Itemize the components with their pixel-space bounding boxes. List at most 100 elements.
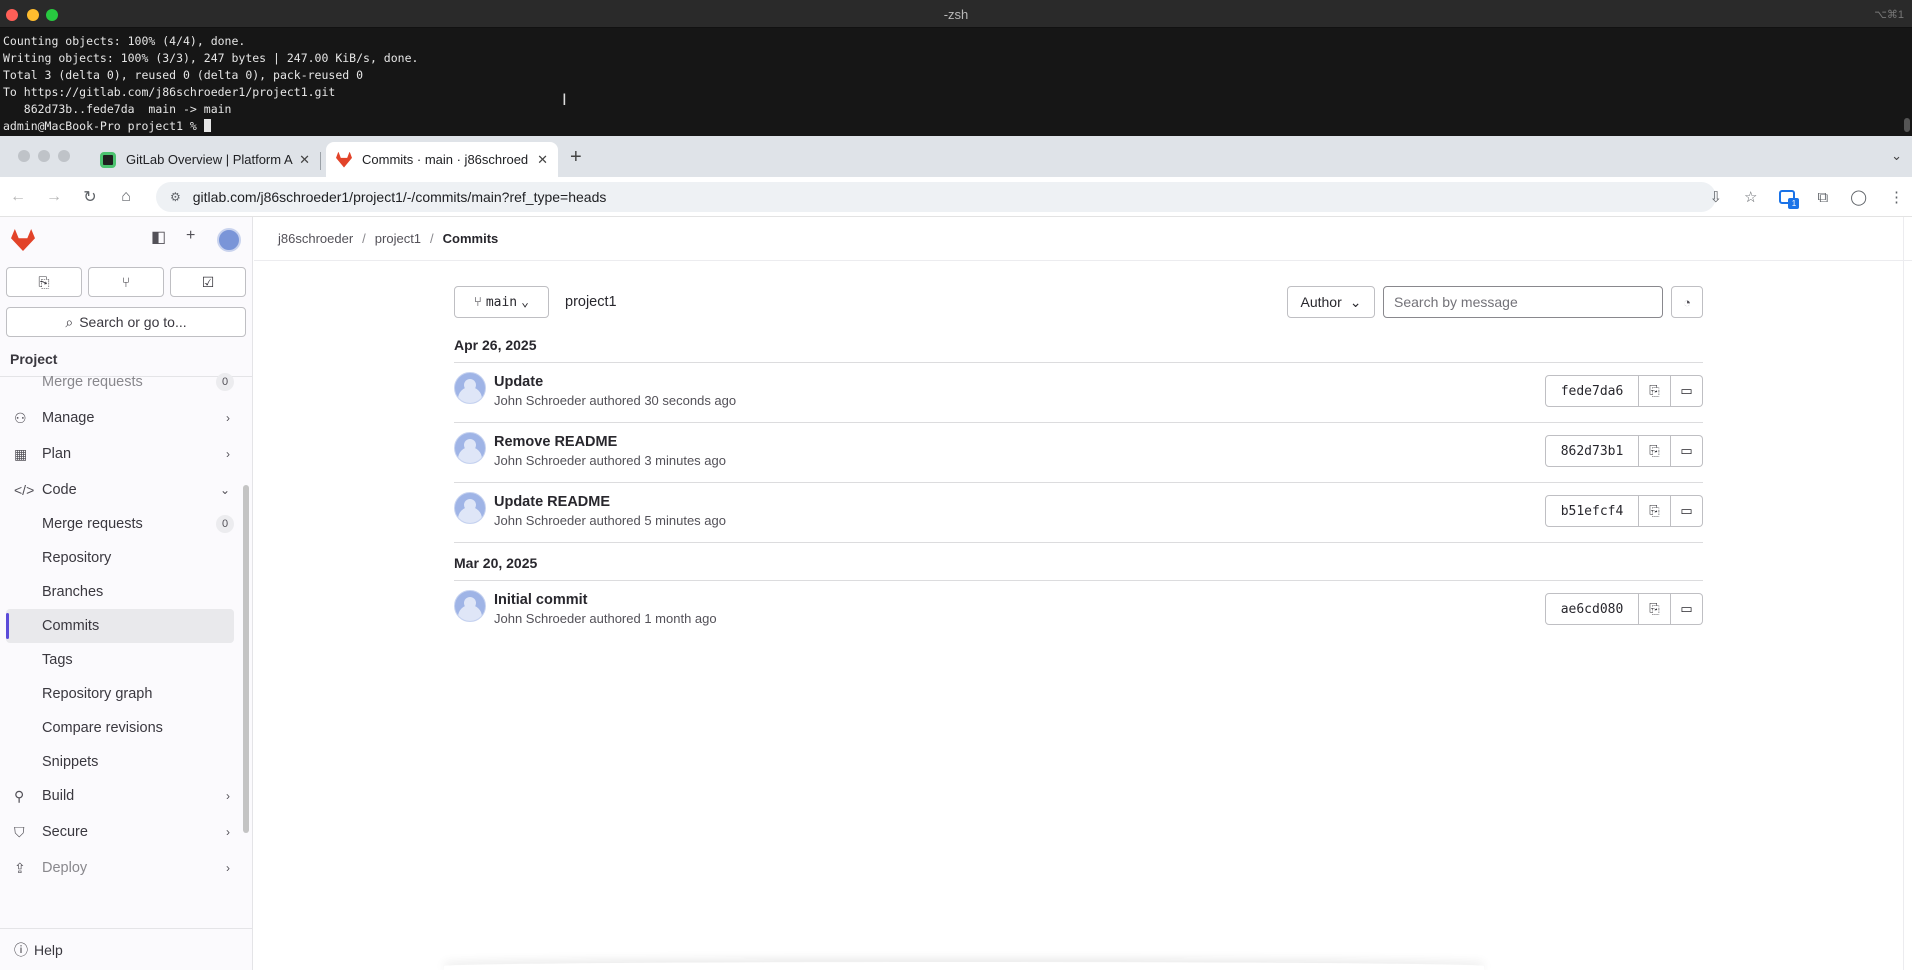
text-cursor-icon: I <box>562 90 567 109</box>
browse-files-button[interactable]: ▭ <box>1671 375 1703 407</box>
breadcrumb-current[interactable]: Commits <box>443 231 499 246</box>
author-dropdown[interactable]: Author ⌄ <box>1287 286 1375 318</box>
rss-feed-button[interactable]: ◔ <box>1671 286 1703 318</box>
browse-files-button[interactable]: ▭ <box>1671 495 1703 527</box>
breadcrumb-user[interactable]: j86schroeder <box>278 231 353 246</box>
toggle-sidebar-icon[interactable]: ◧ <box>151 227 166 247</box>
project-name[interactable]: project1 <box>565 294 617 310</box>
browse-files-button[interactable]: ▭ <box>1671 435 1703 467</box>
address-bar[interactable]: ⚙ gitlab.com/j86schroeder1/project1/-/co… <box>156 182 1716 212</box>
commit-sha[interactable]: ae6cd080 <box>1545 593 1639 625</box>
terminal-line: Writing objects: 100% (3/3), 247 bytes |… <box>3 51 419 65</box>
minimize-window-button[interactable] <box>38 150 50 162</box>
commit-sha[interactable]: 862d73b1 <box>1545 435 1639 467</box>
sidebar-item-commits[interactable]: Commits <box>6 609 234 643</box>
todo-button[interactable]: ☑ <box>170 267 246 297</box>
browse-files-button[interactable]: ▭ <box>1671 593 1703 625</box>
install-app-icon[interactable]: ⇩ <box>1709 188 1722 206</box>
forward-arrow-icon[interactable]: → <box>36 188 72 206</box>
avatar[interactable] <box>454 432 486 464</box>
sidebar-item-label: Compare revisions <box>42 720 163 736</box>
copy-sha-button[interactable]: ⎘ <box>1639 495 1671 527</box>
close-icon[interactable]: ✕ <box>537 152 548 168</box>
copy-sha-button[interactable]: ⎘ <box>1639 375 1671 407</box>
copy-sha-button[interactable]: ⎘ <box>1639 435 1671 467</box>
search-label: Search or go to... <box>79 314 187 330</box>
commit-row: Initial commit John Schroeder authored 1… <box>454 581 1703 641</box>
zoom-window-button[interactable] <box>58 150 70 162</box>
breadcrumb-project[interactable]: project1 <box>375 231 421 246</box>
avatar[interactable] <box>454 492 486 524</box>
sidebar-item-deploy[interactable]: ⇪ Deploy › <box>0 851 244 885</box>
sidebar-item-merge-requests-pinned[interactable]: Merge requests 0 <box>0 365 244 399</box>
tab-search-chevron-icon[interactable]: ⌄ <box>1891 148 1902 164</box>
deploy-icon: ⇪ <box>14 859 26 876</box>
shield-icon: ⛉ <box>14 823 25 840</box>
terminal-prompt-line[interactable]: admin@MacBook-Pro project1 % <box>3 118 1909 135</box>
avatar[interactable] <box>217 228 241 252</box>
terminal-window[interactable]: -zsh ⌥⌘1 Counting objects: 100% (4/4), d… <box>0 0 1912 136</box>
sidebar-item-label: Merge requests <box>42 374 143 390</box>
merge-requests-button[interactable]: ⑂ <box>88 267 164 297</box>
site-settings-icon[interactable]: ⚙ <box>170 190 181 204</box>
sidebar-item-manage[interactable]: ⚇ Manage › <box>0 401 244 435</box>
search-or-go-to-button[interactable]: ⌕ Search or go to... <box>6 307 246 337</box>
sidebar-item-tags[interactable]: Tags <box>0 643 244 677</box>
terminal-scrollbar[interactable] <box>1904 118 1910 132</box>
search-by-message-input[interactable] <box>1383 286 1663 318</box>
issues-button[interactable]: ⎘ <box>6 267 82 297</box>
tab-gitlab-overview[interactable]: GitLab Overview | Platform A ✕ <box>90 142 320 177</box>
close-window-button[interactable] <box>18 150 30 162</box>
extension-badge-icon[interactable]: 1 <box>1779 190 1800 209</box>
branch-selector[interactable]: ⑂ main ⌄ <box>454 286 549 318</box>
sidebar-item-label: Tags <box>42 652 73 668</box>
sidebar-item-build[interactable]: ⚲ Build › <box>0 779 244 813</box>
bookmark-star-icon[interactable]: ☆ <box>1744 188 1757 206</box>
reload-icon[interactable]: ↻ <box>72 187 108 207</box>
sidebar-item-merge-requests[interactable]: Merge requests 0 <box>0 507 244 541</box>
sidebar-item-repository-graph[interactable]: Repository graph <box>0 677 244 711</box>
avatar[interactable] <box>454 372 486 404</box>
sidebar-item-secure[interactable]: ⛉ Secure › <box>0 815 244 849</box>
avatar[interactable] <box>454 590 486 622</box>
commit-message[interactable]: Remove README <box>494 434 617 450</box>
commit-sha[interactable]: b51efcf4 <box>1545 495 1639 527</box>
sidebar-item-label: Secure <box>42 824 88 840</box>
commit-message[interactable]: Update <box>494 374 543 390</box>
terminal-output[interactable]: Counting objects: 100% (4/4), done. Writi… <box>0 28 1912 140</box>
create-new-icon[interactable]: + <box>186 227 195 245</box>
chevron-right-icon: › <box>226 447 230 461</box>
breadcrumb: j86schroeder / project1 / Commits <box>254 217 1912 261</box>
chevron-right-icon: › <box>226 861 230 875</box>
terminal-line: Total 3 (delta 0), reused 0 (delta 0), p… <box>3 68 364 82</box>
tab-commits[interactable]: Commits · main · j86schroed ✕ <box>326 142 558 177</box>
copy-sha-button[interactable]: ⎘ <box>1639 593 1671 625</box>
commit-row: Update John Schroeder authored 30 second… <box>454 363 1703 423</box>
back-arrow-icon[interactable]: ← <box>0 188 36 206</box>
gitlab-app: ◧ + ⎘ ⑂ ☑ ⌕ Search or go to... Project M… <box>0 217 1912 970</box>
commit-message[interactable]: Update README <box>494 494 610 510</box>
commit-message[interactable]: Initial commit <box>494 592 587 608</box>
sidebar-item-code[interactable]: </> Code ⌄ <box>0 473 244 507</box>
sidebar-item-repository[interactable]: Repository <box>0 541 244 575</box>
commit-meta: John Schroeder authored 1 month ago <box>494 611 717 626</box>
sidebar-item-snippets[interactable]: Snippets <box>0 745 244 779</box>
help-button[interactable]: ⓘ Help <box>0 928 252 970</box>
sidebar-item-plan[interactable]: ▦ Plan › <box>0 437 244 471</box>
new-tab-icon[interactable]: + <box>570 146 582 169</box>
gitlab-logo-icon[interactable] <box>11 229 35 251</box>
kebab-menu-icon[interactable]: ⋮ <box>1889 188 1904 206</box>
sidebar-scrollbar[interactable] <box>243 485 249 833</box>
profile-icon[interactable]: ◯ <box>1850 188 1867 206</box>
terminal-line: To https://gitlab.com/j86schroeder1/proj… <box>3 85 336 99</box>
extension-badge-count: 1 <box>1788 198 1800 209</box>
sidebar-item-branches[interactable]: Branches <box>0 575 244 609</box>
home-icon[interactable]: ⌂ <box>108 188 144 206</box>
folder-icon: ▭ <box>1680 443 1693 458</box>
close-icon[interactable]: ✕ <box>299 152 310 168</box>
commit-sha[interactable]: fede7da6 <box>1545 375 1639 407</box>
branch-name: main <box>485 294 518 310</box>
sidebar-item-compare-revisions[interactable]: Compare revisions <box>0 711 244 745</box>
commit-row: Update README John Schroeder authored 5 … <box>454 483 1703 543</box>
extensions-puzzle-icon[interactable]: ⧉ <box>1817 189 1828 206</box>
